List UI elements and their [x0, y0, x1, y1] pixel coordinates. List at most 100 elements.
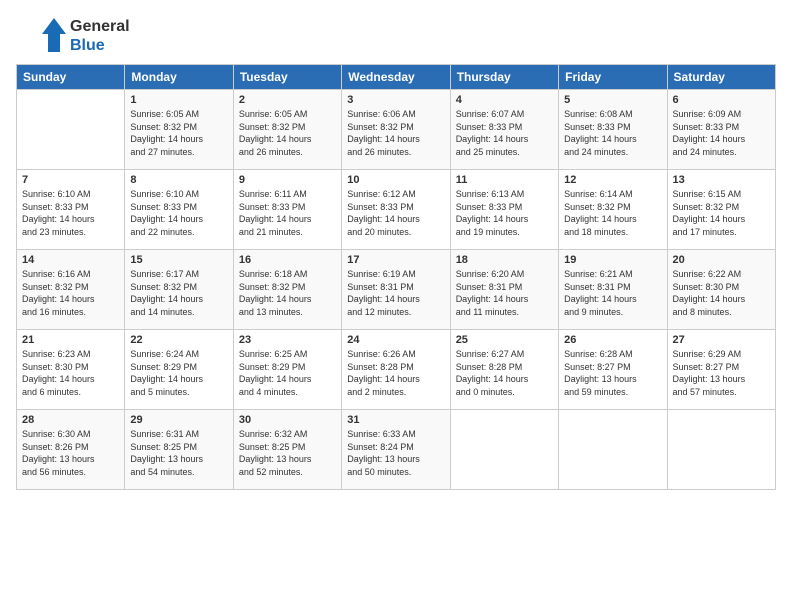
calendar-day-cell: 29 Sunrise: 6:31 AM Sunset: 8:25 PM Dayli… — [125, 410, 233, 490]
calendar-day-cell: 16 Sunrise: 6:18 AM Sunset: 8:32 PM Dayli… — [233, 250, 341, 330]
day-info: Sunrise: 6:29 AM Sunset: 8:27 PM Dayligh… — [673, 348, 770, 398]
calendar-day-cell: 30 Sunrise: 6:32 AM Sunset: 8:25 PM Dayli… — [233, 410, 341, 490]
day-of-week-header: Friday — [559, 65, 667, 90]
calendar-day-cell — [17, 90, 125, 170]
calendar-week-row: 1 Sunrise: 6:05 AM Sunset: 8:32 PM Daylig… — [17, 90, 776, 170]
calendar-week-row: 14 Sunrise: 6:16 AM Sunset: 8:32 PM Dayli… — [17, 250, 776, 330]
calendar-day-cell: 17 Sunrise: 6:19 AM Sunset: 8:31 PM Dayli… — [342, 250, 450, 330]
day-number: 2 — [239, 94, 336, 106]
day-number: 23 — [239, 334, 336, 346]
day-info: Sunrise: 6:33 AM Sunset: 8:24 PM Dayligh… — [347, 428, 444, 478]
calendar-day-cell: 20 Sunrise: 6:22 AM Sunset: 8:30 PM Dayli… — [667, 250, 775, 330]
calendar-day-cell: 23 Sunrise: 6:25 AM Sunset: 8:29 PM Dayli… — [233, 330, 341, 410]
calendar-day-cell — [559, 410, 667, 490]
day-number: 28 — [22, 414, 119, 426]
day-number: 5 — [564, 94, 661, 106]
calendar-day-cell: 26Sunrise: 6:28 AM Sunset: 8:27 PM Dayli… — [559, 330, 667, 410]
day-info: Sunrise: 6:13 AM Sunset: 8:33 PM Dayligh… — [456, 188, 553, 238]
day-info: Sunrise: 6:18 AM Sunset: 8:32 PM Dayligh… — [239, 268, 336, 318]
day-of-week-header: Tuesday — [233, 65, 341, 90]
day-number: 29 — [130, 414, 227, 426]
calendar-day-cell: 15 Sunrise: 6:17 AM Sunset: 8:32 PM Dayli… — [125, 250, 233, 330]
calendar-day-cell: 8 Sunrise: 6:10 AM Sunset: 8:33 PM Daylig… — [125, 170, 233, 250]
calendar-day-cell — [450, 410, 558, 490]
logo-svg — [16, 16, 66, 56]
day-info: Sunrise: 6:10 AM Sunset: 8:33 PM Dayligh… — [22, 188, 119, 238]
day-info: Sunrise: 6:21 AM Sunset: 8:31 PM Dayligh… — [564, 268, 661, 318]
day-number: 14 — [22, 254, 119, 266]
day-info: Sunrise: 6:32 AM Sunset: 8:25 PM Dayligh… — [239, 428, 336, 478]
calendar-day-cell: 3Sunrise: 6:06 AM Sunset: 8:32 PM Daylig… — [342, 90, 450, 170]
calendar-day-cell: 19 Sunrise: 6:21 AM Sunset: 8:31 PM Dayli… — [559, 250, 667, 330]
day-of-week-header: Saturday — [667, 65, 775, 90]
day-number: 19 — [564, 254, 661, 266]
day-number: 18 — [456, 254, 553, 266]
day-number: 13 — [673, 174, 770, 186]
day-info: Sunrise: 6:22 AM Sunset: 8:30 PM Dayligh… — [673, 268, 770, 318]
calendar-day-cell — [667, 410, 775, 490]
calendar-day-cell: 22Sunrise: 6:24 AM Sunset: 8:29 PM Dayli… — [125, 330, 233, 410]
day-number: 21 — [22, 334, 119, 346]
day-number: 27 — [673, 334, 770, 346]
day-info: Sunrise: 6:07 AM Sunset: 8:33 PM Dayligh… — [456, 108, 553, 158]
logo-text-general: General — [70, 17, 130, 36]
day-number: 31 — [347, 414, 444, 426]
calendar-day-cell: 18 Sunrise: 6:20 AM Sunset: 8:31 PM Dayli… — [450, 250, 558, 330]
day-info: Sunrise: 6:26 AM Sunset: 8:28 PM Dayligh… — [347, 348, 444, 398]
day-number: 15 — [130, 254, 227, 266]
calendar-day-cell: 12 Sunrise: 6:14 AM Sunset: 8:32 PM Dayli… — [559, 170, 667, 250]
day-number: 11 — [456, 174, 553, 186]
day-info: Sunrise: 6:25 AM Sunset: 8:29 PM Dayligh… — [239, 348, 336, 398]
calendar-day-cell: 25Sunrise: 6:27 AM Sunset: 8:28 PM Dayli… — [450, 330, 558, 410]
day-info: Sunrise: 6:09 AM Sunset: 8:33 PM Dayligh… — [673, 108, 770, 158]
calendar-day-cell: 28 Sunrise: 6:30 AM Sunset: 8:26 PM Dayli… — [17, 410, 125, 490]
day-number: 30 — [239, 414, 336, 426]
calendar-day-cell: 2 Sunrise: 6:05 AM Sunset: 8:32 PM Daylig… — [233, 90, 341, 170]
calendar-day-cell: 7Sunrise: 6:10 AM Sunset: 8:33 PM Daylig… — [17, 170, 125, 250]
day-number: 17 — [347, 254, 444, 266]
calendar-day-cell: 10 Sunrise: 6:12 AM Sunset: 8:33 PM Dayli… — [342, 170, 450, 250]
day-of-week-header: Thursday — [450, 65, 558, 90]
day-number: 10 — [347, 174, 444, 186]
day-info: Sunrise: 6:19 AM Sunset: 8:31 PM Dayligh… — [347, 268, 444, 318]
day-info: Sunrise: 6:12 AM Sunset: 8:33 PM Dayligh… — [347, 188, 444, 238]
day-number: 16 — [239, 254, 336, 266]
day-info: Sunrise: 6:08 AM Sunset: 8:33 PM Dayligh… — [564, 108, 661, 158]
day-info: Sunrise: 6:31 AM Sunset: 8:25 PM Dayligh… — [130, 428, 227, 478]
calendar-day-cell: 24 Sunrise: 6:26 AM Sunset: 8:28 PM Dayli… — [342, 330, 450, 410]
day-info: Sunrise: 6:23 AM Sunset: 8:30 PM Dayligh… — [22, 348, 119, 398]
header: GeneralBlue — [16, 16, 776, 56]
day-info: Sunrise: 6:27 AM Sunset: 8:28 PM Dayligh… — [456, 348, 553, 398]
calendar-day-cell: 21 Sunrise: 6:23 AM Sunset: 8:30 PM Dayli… — [17, 330, 125, 410]
day-of-week-header: Sunday — [17, 65, 125, 90]
calendar-day-cell: 11 Sunrise: 6:13 AM Sunset: 8:33 PM Dayli… — [450, 170, 558, 250]
calendar-day-cell: 31 Sunrise: 6:33 AM Sunset: 8:24 PM Dayli… — [342, 410, 450, 490]
day-number: 20 — [673, 254, 770, 266]
calendar-week-row: 7Sunrise: 6:10 AM Sunset: 8:33 PM Daylig… — [17, 170, 776, 250]
day-of-week-header: Monday — [125, 65, 233, 90]
day-number: 1 — [130, 94, 227, 106]
day-info: Sunrise: 6:14 AM Sunset: 8:32 PM Dayligh… — [564, 188, 661, 238]
day-info: Sunrise: 6:15 AM Sunset: 8:32 PM Dayligh… — [673, 188, 770, 238]
calendar-day-cell: 6Sunrise: 6:09 AM Sunset: 8:33 PM Daylig… — [667, 90, 775, 170]
day-number: 8 — [130, 174, 227, 186]
calendar-day-cell: 13 Sunrise: 6:15 AM Sunset: 8:32 PM Dayli… — [667, 170, 775, 250]
day-number: 12 — [564, 174, 661, 186]
day-info: Sunrise: 6:05 AM Sunset: 8:32 PM Dayligh… — [239, 108, 336, 158]
logo-text-blue: Blue — [70, 36, 130, 55]
day-info: Sunrise: 6:30 AM Sunset: 8:26 PM Dayligh… — [22, 428, 119, 478]
day-info: Sunrise: 6:16 AM Sunset: 8:32 PM Dayligh… — [22, 268, 119, 318]
logo: GeneralBlue — [16, 16, 130, 56]
day-info: Sunrise: 6:11 AM Sunset: 8:33 PM Dayligh… — [239, 188, 336, 238]
day-info: Sunrise: 6:17 AM Sunset: 8:32 PM Dayligh… — [130, 268, 227, 318]
day-number: 4 — [456, 94, 553, 106]
day-number: 24 — [347, 334, 444, 346]
day-info: Sunrise: 6:06 AM Sunset: 8:32 PM Dayligh… — [347, 108, 444, 158]
day-number: 26 — [564, 334, 661, 346]
day-info: Sunrise: 6:10 AM Sunset: 8:33 PM Dayligh… — [130, 188, 227, 238]
calendar-day-cell: 1Sunrise: 6:05 AM Sunset: 8:32 PM Daylig… — [125, 90, 233, 170]
day-number: 9 — [239, 174, 336, 186]
calendar-header-row: SundayMondayTuesdayWednesdayThursdayFrid… — [17, 65, 776, 90]
logo-text-block: GeneralBlue — [70, 17, 130, 55]
day-info: Sunrise: 6:20 AM Sunset: 8:31 PM Dayligh… — [456, 268, 553, 318]
